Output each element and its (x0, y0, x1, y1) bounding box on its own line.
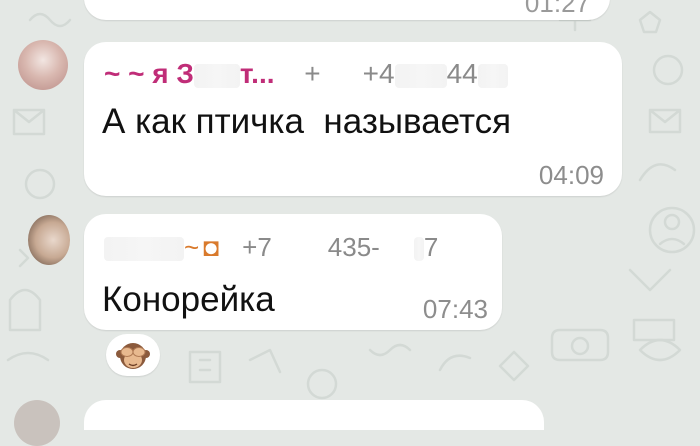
message-bubble[interactable]: ~ ~ я З т... + +4 44 А как птичка называетс… (84, 42, 622, 196)
sender-name: ~ (184, 232, 200, 262)
sender-avatar[interactable] (18, 40, 68, 90)
message-text: А как птичка называется (102, 102, 512, 141)
message-bubble[interactable]: ~ ◘ +7 435- 7 Конорейка 07:43 (84, 214, 502, 330)
sender-header[interactable]: ~ ◘ +7 435- 7 (104, 232, 439, 262)
redacted-blur (104, 237, 184, 262)
sender-phone: + +4 44 (304, 58, 508, 89)
sender-emoji-icon: ◘ (203, 232, 219, 262)
message-time: 04:09 (538, 160, 604, 190)
see-no-evil-monkey-icon (116, 343, 150, 369)
message-time: 01:27 (524, 0, 590, 18)
message-text: Конорейка (102, 280, 275, 319)
sender-header[interactable]: ~ ~ я З т... + +4 44 (104, 60, 508, 88)
message-time: 07:43 (422, 294, 488, 324)
sender-name-tail: т... (239, 58, 275, 89)
message-bubble-previous[interactable]: 01:27 (84, 0, 610, 20)
sender-name: ~ ~ я З (104, 58, 194, 89)
message-bubble-next[interactable] (84, 400, 544, 430)
sender-phone: +7 435- 7 (242, 232, 439, 262)
redacted-blur (193, 63, 240, 88)
message-reaction[interactable] (106, 334, 160, 376)
sender-avatar[interactable] (28, 215, 70, 265)
